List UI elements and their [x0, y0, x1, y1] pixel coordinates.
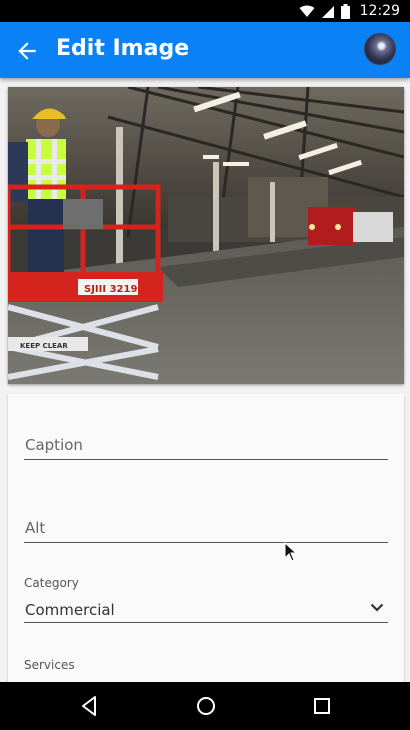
arrow-back-icon[interactable] [14, 38, 40, 64]
edit-form: Category Commercial Services [8, 394, 404, 682]
caption-field-wrap [24, 430, 388, 460]
avatar[interactable] [364, 33, 396, 65]
system-nav-bar [0, 682, 410, 730]
wifi-icon [299, 5, 315, 17]
status-time: 12:29 [359, 3, 400, 19]
keep-clear-text: KEEP CLEAR [20, 342, 68, 350]
status-icons [299, 4, 350, 19]
status-bar: 12:29 [0, 0, 410, 22]
home-circle-icon[interactable] [194, 694, 218, 718]
category-value: Commercial [25, 601, 115, 619]
category-select[interactable]: Commercial [24, 597, 388, 623]
warehouse-photo: SJIII 3219 KEEP CLEAR [8, 87, 404, 384]
battery-icon [341, 4, 350, 19]
services-label: Services [24, 658, 75, 672]
alt-input[interactable] [24, 513, 388, 543]
caption-input[interactable] [24, 430, 388, 460]
content-scroll[interactable]: SJIII 3219 KEEP CLEAR Category Commercia… [0, 78, 410, 682]
app-bar: Edit Image [0, 22, 410, 78]
page-title: Edit Image [56, 36, 190, 61]
signal-icon [322, 5, 334, 18]
alt-field-wrap [24, 513, 388, 543]
category-label: Category [24, 576, 79, 590]
chevron-down-icon [370, 603, 384, 612]
lift-sticker-text: SJIII 3219 [84, 284, 137, 295]
recents-square-icon[interactable] [310, 694, 334, 718]
back-triangle-icon[interactable] [78, 694, 102, 718]
image-preview[interactable]: SJIII 3219 KEEP CLEAR [8, 87, 404, 384]
